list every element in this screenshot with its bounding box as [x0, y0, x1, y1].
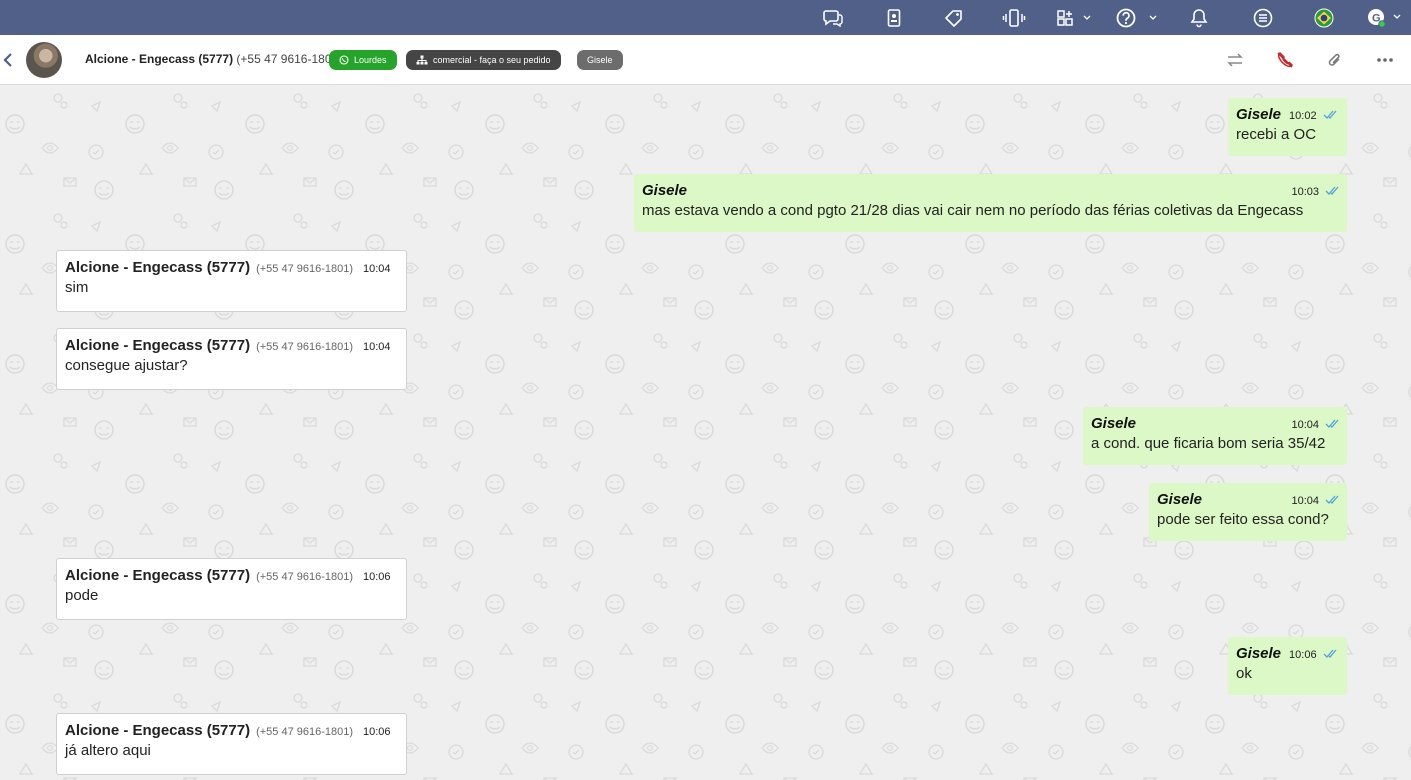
- message-outgoing[interactable]: Gisele 10:02 recebi a OC: [1228, 98, 1347, 156]
- chat-header: Alcione - Engecass (5777) (+55 47 9616-1…: [0, 35, 1411, 85]
- tag-user-label: Gisele: [587, 55, 613, 65]
- read-receipt-icon: [1325, 186, 1339, 195]
- message-text: pode ser feito essa cond?: [1157, 511, 1329, 528]
- end-call-icon[interactable]: [1274, 49, 1296, 71]
- message-text: mas estava vendo a cond pgto 21/28 dias …: [642, 202, 1304, 219]
- contacts-book-icon[interactable]: [884, 0, 904, 35]
- message-text: recebi a OC: [1236, 126, 1317, 143]
- message-incoming[interactable]: Alcione - Engecass (5777) (+55 47 9616-1…: [56, 250, 407, 312]
- bell-icon[interactable]: [1188, 0, 1210, 35]
- sitemap-icon: [416, 55, 428, 65]
- message-time: 10:04: [1291, 495, 1319, 507]
- message-sender: Alcione - Engecass (5777): [65, 337, 251, 354]
- read-receipt-icon: [1325, 495, 1339, 504]
- chat-icon[interactable]: [821, 0, 845, 35]
- message-sender: Alcione - Engecass (5777): [65, 567, 251, 584]
- message-text: pode: [65, 587, 99, 604]
- message-sender: Gisele: [642, 182, 688, 199]
- message-sender: Alcione - Engecass (5777): [65, 259, 251, 276]
- read-receipt-icon: [1323, 649, 1337, 658]
- message-time: 10:06: [363, 726, 391, 738]
- message-sender: Gisele: [1236, 106, 1282, 123]
- whatsapp-icon: [339, 55, 349, 65]
- message-text: ok: [1236, 665, 1252, 682]
- message-time: 10:04: [1291, 419, 1319, 431]
- message-time: 10:06: [363, 571, 391, 583]
- message-time: 10:02: [1289, 110, 1317, 122]
- top-navigation-bar: G: [0, 0, 1411, 35]
- message-outgoing[interactable]: Gisele 10:03 mas estava vendo a cond pgt…: [634, 174, 1347, 232]
- message-text: a cond. que ficaria bom seria 35/42: [1091, 435, 1326, 452]
- brazil-flag-icon[interactable]: [1313, 0, 1335, 35]
- more-options-icon[interactable]: [1374, 49, 1396, 71]
- tag-department[interactable]: comercial - faça o seu pedido: [406, 50, 561, 70]
- message-time: 10:03: [1291, 186, 1319, 198]
- message-sender: Alcione - Engecass (5777): [65, 722, 251, 739]
- message-time: 10:06: [1289, 649, 1317, 661]
- tag-icon[interactable]: [943, 0, 965, 35]
- add-widget-icon[interactable]: [1054, 0, 1094, 35]
- message-outgoing[interactable]: Gisele 10:04 pode ser feito essa cond?: [1149, 483, 1347, 541]
- help-icon[interactable]: [1114, 0, 1160, 35]
- read-receipt-icon: [1325, 419, 1339, 428]
- message-outgoing[interactable]: Gisele 10:06 ok: [1228, 637, 1347, 695]
- message-incoming[interactable]: Alcione - Engecass (5777) (+55 47 9616-1…: [56, 328, 407, 390]
- message-time: 10:04: [363, 263, 391, 275]
- message-sender: Gisele: [1091, 415, 1137, 432]
- user-avatar-icon[interactable]: G: [1365, 0, 1403, 35]
- message-sender-phone: (+55 47 9616-1801): [256, 341, 354, 353]
- contact-title: Alcione - Engecass (5777) (+55 47 9616-1…: [85, 52, 342, 66]
- tag-department-label: comercial - faça o seu pedido: [433, 55, 551, 65]
- back-arrow-icon[interactable]: [1, 51, 15, 69]
- message-sender-phone: (+55 47 9616-1801): [256, 726, 354, 738]
- message-incoming[interactable]: Alcione - Engecass (5777) (+55 47 9616-1…: [56, 558, 407, 620]
- message-text: já altero aqui: [65, 742, 151, 759]
- message-sender: Gisele: [1157, 491, 1203, 508]
- attach-icon[interactable]: [1324, 49, 1346, 71]
- message-incoming[interactable]: Alcione - Engecass (5777) (+55 47 9616-1…: [56, 713, 407, 775]
- tag-agent[interactable]: Lourdes: [329, 50, 397, 70]
- message-sender-phone: (+55 47 9616-1801): [256, 263, 354, 275]
- read-receipt-icon: [1323, 110, 1337, 119]
- message-text: consegue ajustar?: [65, 357, 188, 374]
- chat-messages-area[interactable]: Gisele 10:02 recebi a OC Gisele 10:03 ma…: [0, 86, 1411, 780]
- contact-name: Alcione - Engecass (5777): [85, 52, 234, 66]
- tag-agent-label: Lourdes: [354, 55, 387, 65]
- list-icon[interactable]: [1252, 0, 1274, 35]
- message-sender: Gisele: [1236, 645, 1282, 662]
- tag-user[interactable]: Gisele: [577, 50, 623, 70]
- message-time: 10:04: [363, 341, 391, 353]
- contact-avatar[interactable]: [26, 42, 62, 78]
- contact-phone: (+55 47 9616-1801): [236, 52, 343, 66]
- phone-vibrate-icon[interactable]: [1001, 0, 1027, 35]
- message-sender-phone: (+55 47 9616-1801): [256, 571, 354, 583]
- message-text: sim: [65, 279, 89, 296]
- message-outgoing[interactable]: Gisele 10:04 a cond. que ficaria bom ser…: [1083, 407, 1347, 465]
- transfer-icon[interactable]: [1224, 49, 1246, 71]
